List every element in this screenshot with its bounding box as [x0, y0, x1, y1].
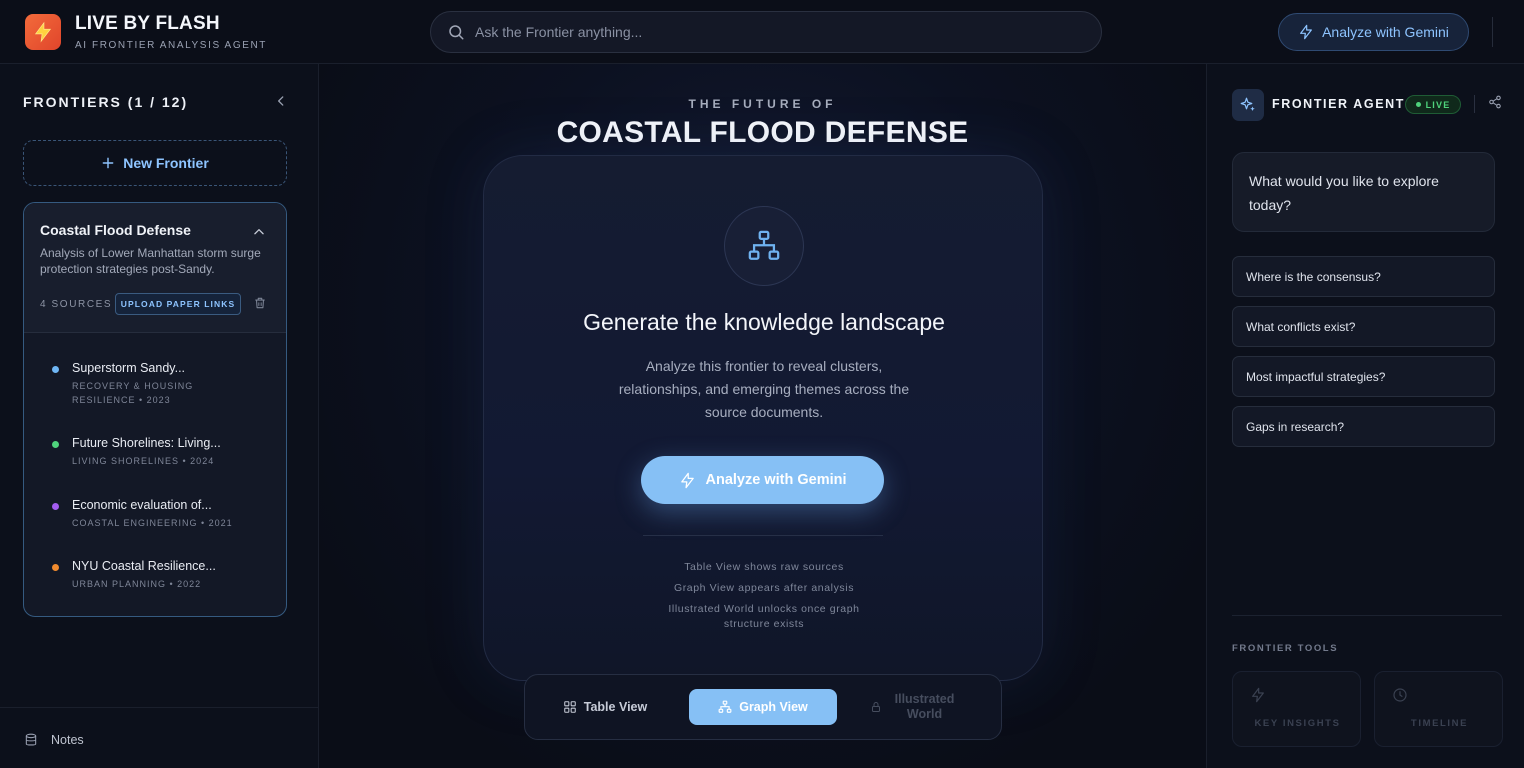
agent-title: FRONTIER AGENT — [1272, 97, 1406, 111]
top-bar: LIVE BY FLASH AI FRONTIER ANALYSIS AGENT… — [0, 0, 1524, 64]
source-title: Future Shorelines: Living... — [72, 436, 221, 450]
source-meta: RECOVERY & HOUSING RESILIENCE • 2023 — [72, 381, 194, 405]
agent-header-divider — [1474, 95, 1475, 113]
panel-divider — [643, 535, 883, 536]
search-icon — [449, 25, 464, 40]
search-bar[interactable] — [430, 11, 1102, 53]
tab-graph-view[interactable]: Graph View — [689, 689, 837, 725]
tool-timeline[interactable]: TIMELINE — [1374, 671, 1503, 747]
analyze-with-gemini-button[interactable]: Analyze with Gemini — [641, 456, 884, 504]
tab-table-label: Table View — [583, 700, 648, 714]
panel-title: Generate the knowledge landscape — [583, 309, 945, 335]
source-title: Superstorm Sandy... — [72, 361, 186, 375]
live-label: LIVE — [1425, 99, 1451, 110]
notes-label: Notes — [51, 733, 84, 747]
header-divider — [1492, 17, 1493, 47]
notes-button[interactable]: Notes — [0, 707, 319, 768]
frontier-title: Coastal Flood Defense — [40, 222, 191, 238]
grid-icon — [563, 701, 576, 713]
view-switcher: Table View Graph View Illustrated World — [524, 674, 1002, 740]
tools-divider — [1232, 615, 1502, 616]
lightning-icon — [34, 21, 52, 43]
chevron-up-icon[interactable] — [252, 225, 266, 239]
source-dot — [52, 564, 59, 571]
analysis-panel: Generate the knowledge landscape Analyze… — [483, 155, 1043, 681]
live-dot — [1415, 102, 1421, 107]
panel-description: Analyze this frontier to reveal clusters… — [618, 358, 910, 420]
header-analyze-label: Analyze with Gemini — [1322, 24, 1449, 40]
tool-label: TIMELINE — [1410, 718, 1469, 729]
page-title: COASTAL FLOOD DEFENSE — [556, 116, 969, 149]
tab-illustrated-world[interactable]: Illustrated World — [855, 689, 975, 725]
suggestion-chip[interactable]: Most impactful strategies? — [1232, 356, 1495, 397]
source-title: Economic evaluation of... — [72, 498, 212, 512]
header-analyze-button[interactable]: Analyze with Gemini — [1278, 13, 1469, 51]
source-meta: COASTAL ENGINEERING • 2021 — [72, 518, 233, 528]
brand-name: LIVE BY FLASH — [75, 13, 220, 34]
tool-label: KEY INSIGHTS — [1254, 718, 1341, 729]
tab-world-label: Illustrated World — [894, 692, 955, 721]
suggestion-chip[interactable]: Gaps in research? — [1232, 406, 1495, 447]
live-badge: LIVE — [1405, 95, 1461, 114]
suggestion-chip[interactable]: What conflicts exist? — [1232, 306, 1495, 347]
frontiers-sidebar: FRONTIERS (1 / 12) New Frontier Coastal … — [0, 64, 319, 768]
agent-panel: FRONTIER AGENT LIVE What would you like … — [1206, 64, 1524, 768]
share-icon[interactable] — [1488, 95, 1502, 109]
tools-title: FRONTIER TOOLS — [1232, 643, 1339, 654]
clock-icon — [1393, 688, 1407, 702]
agent-greeting: What would you like to explore today? — [1232, 152, 1495, 232]
new-frontier-button[interactable]: New Frontier — [23, 140, 287, 186]
source-meta: LIVING SHORELINES • 2024 — [72, 456, 215, 466]
trash-icon[interactable] — [253, 296, 267, 310]
main-canvas: THE FUTURE OF COASTAL FLOOD DEFENSE Gene… — [319, 64, 1206, 768]
suggestion-chip[interactable]: Where is the consensus? — [1232, 256, 1495, 297]
source-meta: URBAN PLANNING • 2022 — [72, 579, 202, 589]
tool-key-insights[interactable]: KEY INSIGHTS — [1232, 671, 1361, 747]
search-input[interactable] — [475, 24, 1101, 40]
agent-avatar — [1232, 89, 1264, 121]
new-frontier-label: New Frontier — [123, 155, 209, 171]
sparkles-icon — [1240, 97, 1255, 111]
panel-hint: Table View shows raw sources — [684, 561, 844, 573]
upload-paper-links-button[interactable]: UPLOAD PAPER LINKS — [115, 293, 241, 315]
source-dot — [52, 366, 59, 373]
plus-icon — [102, 157, 114, 169]
sidebar-title: FRONTIERS (1 / 12) — [23, 94, 189, 110]
page-kicker: THE FUTURE OF — [688, 97, 837, 111]
tab-graph-label: Graph View — [739, 700, 808, 714]
frontier-card-header: Coastal Flood Defense Analysis of Lower … — [24, 203, 286, 333]
panel-hint: Graph View appears after analysis — [673, 582, 855, 594]
lock-icon — [871, 702, 880, 712]
frontier-description: Analysis of Lower Manhattan storm surge … — [40, 246, 261, 276]
hub-icon-wrap — [724, 206, 804, 286]
source-dot — [52, 503, 59, 510]
analyze-button-label: Analyze with Gemini — [705, 472, 847, 488]
hierarchy-icon — [748, 230, 780, 260]
sources-count: 4 SOURCES — [40, 299, 113, 310]
app-logo[interactable] — [25, 14, 61, 50]
database-icon — [25, 733, 37, 746]
lightning-icon — [1300, 24, 1313, 40]
frontier-card[interactable]: Coastal Flood Defense Analysis of Lower … — [23, 202, 287, 617]
panel-hint: Illustrated World unlocks once graph str… — [668, 603, 860, 630]
lightning-icon — [1252, 687, 1264, 703]
brand-subtitle: AI FRONTIER ANALYSIS AGENT — [75, 40, 268, 51]
tab-table-view[interactable]: Table View — [555, 689, 655, 725]
lightning-icon — [680, 472, 694, 488]
hierarchy-icon — [718, 700, 732, 713]
chevron-left-icon[interactable] — [274, 94, 288, 108]
source-dot — [52, 441, 59, 448]
source-title: NYU Coastal Resilience... — [72, 559, 216, 573]
